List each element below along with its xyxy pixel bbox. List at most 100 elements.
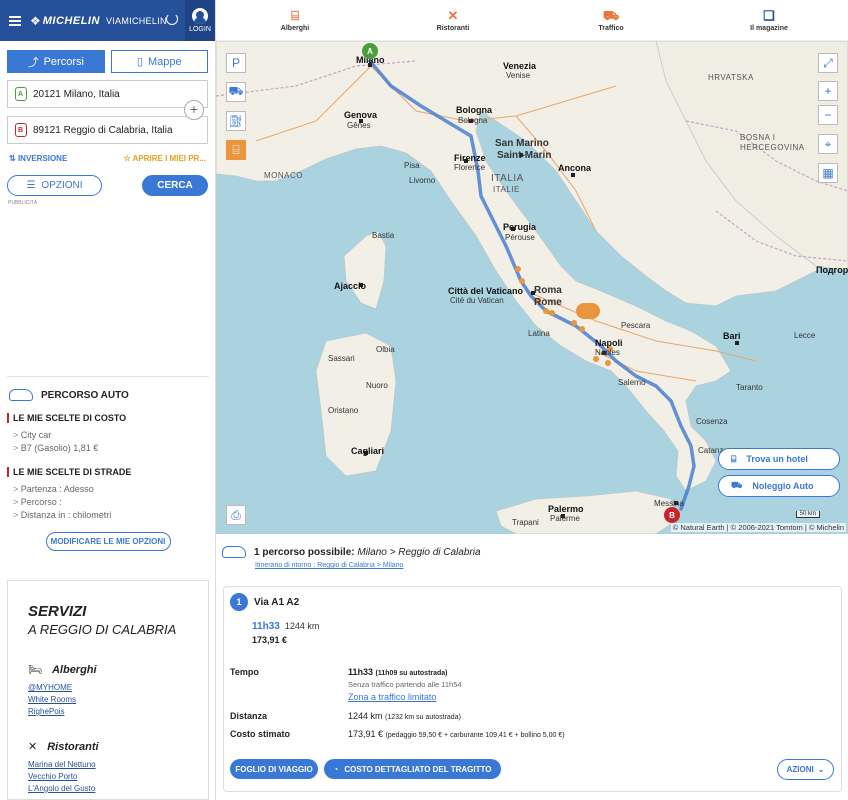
route-via: 1 Via A1 A2	[230, 593, 299, 611]
hotel-link[interactable]: White Rooms	[28, 694, 208, 706]
michelin-logo[interactable]: ❖ MICHELIN VIAMICHELIN	[30, 14, 167, 28]
zoom-out-icon[interactable]: −	[818, 105, 838, 125]
map-label: Venezia	[503, 61, 537, 71]
map-label: Nuoro	[366, 381, 388, 390]
results-panel: 1 percorso possibile: Milano > Reggio di…	[216, 534, 848, 800]
traffic-icon[interactable]: ⛟	[226, 82, 246, 102]
return-route-link[interactable]: Itinerario di ritorno : Reggio di Calabr…	[255, 562, 403, 569]
nav-hotels[interactable]: ⌸ Alberghi	[216, 0, 374, 40]
swap-icon: ⇅	[9, 154, 18, 163]
map-label: MONACO	[264, 171, 303, 180]
services-subtitle: A REGGIO DI CALABRIA	[28, 622, 177, 637]
map-label: ITALIE	[493, 185, 520, 194]
services-title: SERVIZI	[28, 603, 87, 620]
options-button[interactable]: ☰ OPZIONI	[7, 175, 102, 196]
hotel-link[interactable]: RighePois	[28, 706, 208, 718]
map-label: Salerno	[618, 378, 646, 387]
map-label: HRVATSKA	[708, 73, 754, 82]
search-button[interactable]: CERCA	[142, 175, 208, 196]
restaurant-link[interactable]: L'Angolo del Gusto	[28, 783, 208, 795]
parking-icon[interactable]: P	[226, 53, 246, 73]
roadbook-button[interactable]: FOGLIO DI VIAGGIO	[230, 759, 318, 779]
actions-button[interactable]: AZIONI ⌄	[777, 759, 834, 780]
restaurant-link[interactable]: Vecchio Porto	[28, 771, 208, 783]
ad-label: PUBBLICITÀ	[8, 200, 38, 206]
cutlery-icon: ✕	[447, 7, 459, 23]
start-marker[interactable]: A	[362, 43, 378, 59]
bibendum-icon: ❖	[30, 13, 41, 28]
modify-options-button[interactable]: MODIFICARE LE MIE OPZIONI	[45, 532, 171, 551]
duration-short: 11h33	[252, 621, 280, 632]
restaurant-link[interactable]: Marina del Nettuno	[28, 759, 208, 771]
map-label: Bologna	[458, 116, 488, 125]
nav-magazine[interactable]: ❑ Il magazine	[690, 0, 848, 40]
cost-detail-button[interactable]: ◔ COSTO DETTAGLIATO DEL TRAGITTO	[324, 759, 501, 779]
results-heading: 1 percorso possibile: Milano > Reggio di…	[222, 546, 481, 558]
map-label: Pisa	[404, 161, 420, 170]
fullscreen-icon[interactable]: ⤢	[818, 53, 838, 73]
end-marker[interactable]: B	[664, 507, 680, 523]
map-label: Taranto	[736, 383, 763, 392]
cost-row: Costo stimato 173,91 € (pedaggio 59,50 €…	[230, 729, 565, 739]
add-step-button[interactable]: +	[184, 100, 204, 120]
map-label: Oristano	[328, 406, 359, 415]
cutlery-icon: ✕	[28, 741, 38, 753]
limited-traffic-link[interactable]: Zona a traffico limitato	[348, 692, 748, 702]
find-hotel-button[interactable]: ⌸ Trova un hotel	[718, 448, 840, 470]
login-button[interactable]: LOGIN	[185, 0, 215, 41]
map-label: Genova	[344, 110, 378, 120]
login-label: LOGIN	[189, 26, 211, 33]
print-icon[interactable]: ⎙	[226, 505, 246, 525]
map-label: Bari	[723, 331, 741, 341]
hotel-link[interactable]: @MYHOME	[28, 682, 208, 694]
from-value: 20121 Milano, Italia	[33, 88, 120, 100]
map-label: Cité du Vatican	[450, 296, 504, 305]
route-number: 1	[230, 593, 248, 611]
favorites-button[interactable]: ☆ APRIRE I MIEI PR...	[124, 154, 206, 163]
locate-icon[interactable]: ⌖	[818, 134, 838, 154]
menu-icon[interactable]	[0, 0, 30, 41]
book-icon: ❑	[763, 7, 775, 23]
map-label: Palerme	[550, 514, 580, 523]
hotel-layer-icon[interactable]: ⌸	[226, 140, 246, 160]
map-label: HERCEGOVINA	[740, 143, 805, 152]
cost-choices-list: City car B7 (Gasolio) 1,81 €	[7, 423, 209, 455]
tab-maps[interactable]: ▯ Mappe	[110, 50, 208, 73]
to-field[interactable]: B 89121 Reggio di Calabria, Italia	[7, 116, 208, 144]
map-label: Pescara	[621, 321, 651, 330]
left-panel: ❖ MICHELIN VIAMICHELIN LOGIN ⤴ Percorsi …	[0, 0, 216, 800]
map-label: Ancona	[558, 163, 592, 173]
route-icon: ⤴	[27, 56, 39, 69]
restaurants-list: Marina del Nettuno Vecchio Porto L'Angol…	[28, 753, 208, 795]
nav-traffic[interactable]: ⛟ Traffico	[532, 0, 690, 40]
map-label: Bastia	[372, 231, 395, 240]
map-label: Roma	[534, 285, 562, 296]
top-bar: ❖ MICHELIN VIAMICHELIN LOGIN	[0, 0, 215, 41]
map-canvas[interactable]: Milano Venezia Venise Bologna Bologna Ge…	[216, 41, 848, 534]
map-label: Ajaccio	[334, 281, 367, 291]
services-panel: SERVIZI A REGGIO DI CALABRIA 🛏︎ Alberghi…	[7, 580, 209, 800]
map-label: Cosenza	[696, 417, 728, 426]
bed-icon: ⌸	[291, 7, 299, 23]
route-card[interactable]: 1 Via A1 A2 11h33 1244 km 173,91 € Tempo…	[223, 586, 842, 792]
swap-button[interactable]: ⇅ INVERSIONE	[9, 154, 67, 163]
map-layer-icon[interactable]: ▦	[818, 163, 838, 183]
road-choices-list: Partenza : Adesso Percorso : Distanza in…	[7, 477, 209, 522]
bed-icon: ⌸	[731, 453, 737, 464]
from-field[interactable]: A 20121 Milano, Italia	[7, 80, 208, 108]
no-traffic-note: Senza traffico partendo alle 11h54	[348, 680, 462, 689]
end-pin-icon: B	[14, 123, 27, 137]
zoom-in-icon[interactable]: +	[818, 81, 838, 101]
map-label: Rome	[534, 297, 562, 308]
map-attribution: © Natural Earth | © 2006-2021 Tomtom | ©…	[670, 523, 846, 532]
fuel-icon[interactable]: ⛽︎	[226, 111, 246, 131]
car-rental-button[interactable]: ⛟ Noleggio Auto	[718, 475, 840, 497]
tab-routes[interactable]: ⤴ Percorsi	[7, 50, 105, 73]
distance-short: 1244 km	[284, 621, 320, 631]
map-label: Napoli	[595, 338, 623, 348]
nav-restaurants[interactable]: ✕ Ristoranti	[374, 0, 532, 40]
list-item: Distanza in : chilometri	[13, 509, 209, 522]
car-icon	[9, 389, 33, 401]
map-label: Bologna	[456, 105, 492, 115]
refresh-icon[interactable]	[166, 13, 178, 25]
